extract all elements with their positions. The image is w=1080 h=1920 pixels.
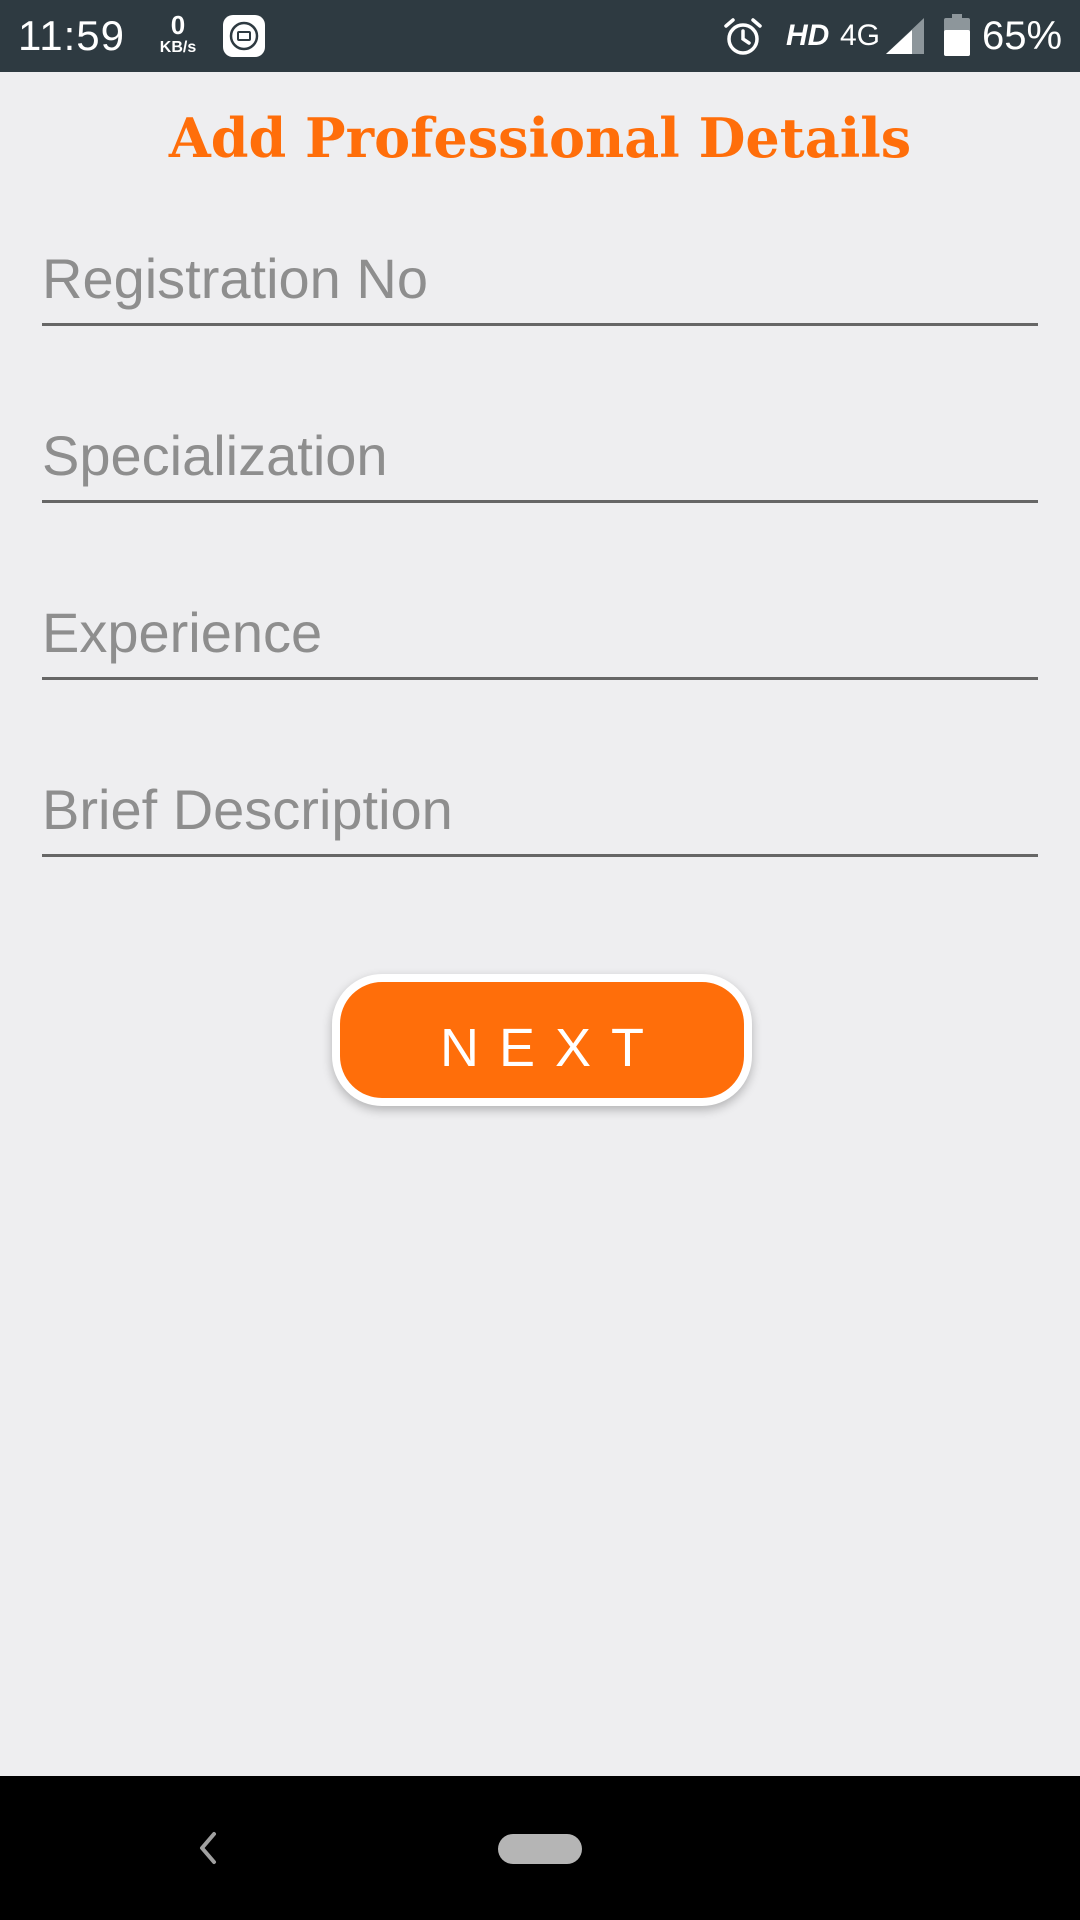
registration-input[interactable]	[42, 233, 1038, 323]
mi-app-icon	[223, 15, 265, 57]
battery-percent: 65%	[982, 14, 1063, 58]
registration-field[interactable]	[42, 233, 1038, 326]
experience-field[interactable]	[42, 587, 1038, 680]
alarm-icon	[724, 18, 762, 55]
page-title: Add Professional Details	[168, 106, 912, 170]
battery-icon	[944, 14, 970, 56]
status-bar: 11:59 0 KB/s HD 4G 65%	[0, 0, 1080, 72]
net-speed-unit: KB/s	[159, 39, 197, 56]
network-type: 4G	[840, 19, 881, 52]
net-speed-value: 0	[170, 10, 186, 40]
specialization-field[interactable]	[42, 410, 1038, 503]
back-icon[interactable]	[190, 1824, 226, 1872]
status-time: 11:59	[18, 12, 125, 59]
navigation-bar	[0, 1776, 1080, 1920]
description-field[interactable]	[42, 764, 1038, 857]
specialization-input[interactable]	[42, 410, 1038, 500]
hd-indicator: HD	[786, 19, 830, 52]
home-pill-icon[interactable]	[498, 1834, 582, 1864]
description-input[interactable]	[42, 764, 1038, 854]
next-button[interactable]: NEXT	[332, 974, 752, 1106]
experience-input[interactable]	[42, 587, 1038, 677]
signal-icon	[886, 18, 924, 54]
net-speed: 0 KB/s	[154, 12, 202, 56]
